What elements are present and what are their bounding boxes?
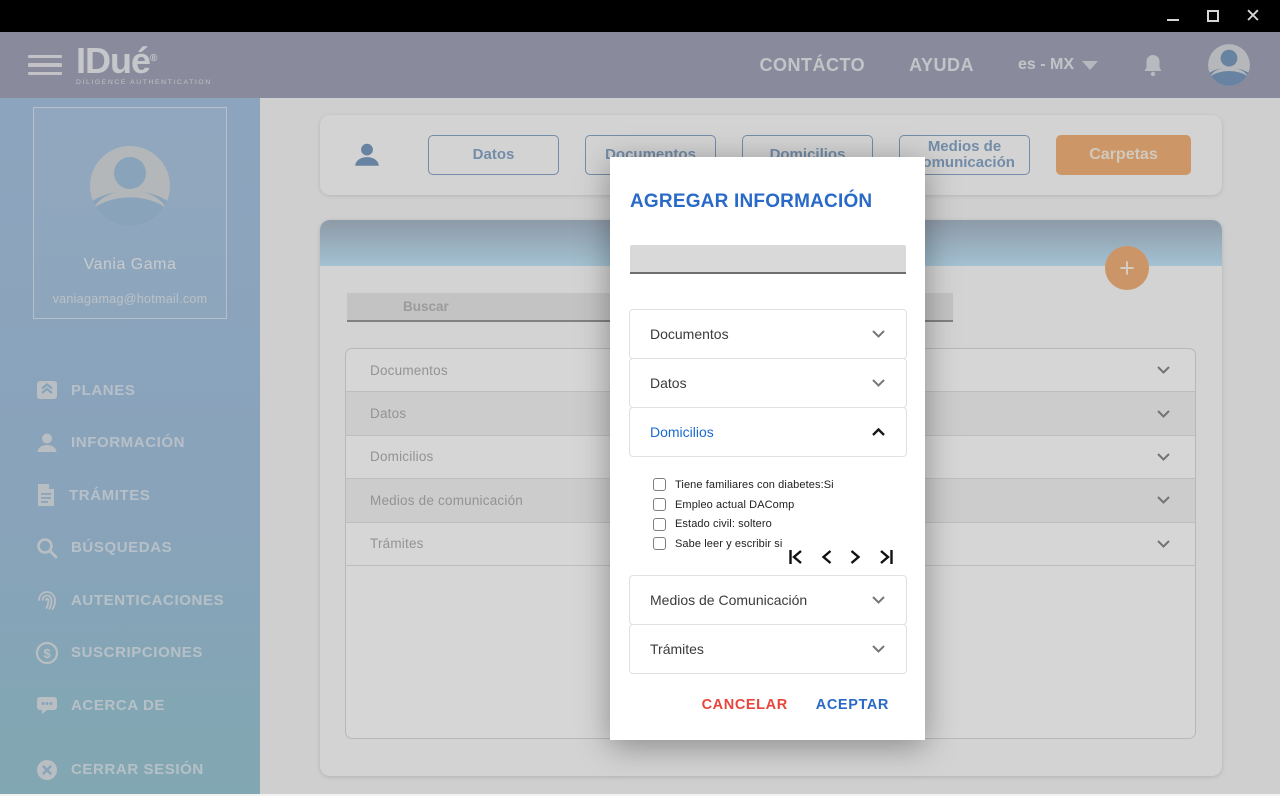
accordion-label: Documentos — [650, 326, 729, 342]
chevron-down-icon — [871, 329, 886, 339]
agregar-informacion-dialog: AGREGAR INFORMACIÓN Documentos Datos Dom… — [610, 157, 925, 740]
checkbox-label: Sabe leer y escribir si — [675, 538, 782, 550]
accordion-medios-de-comunicacion[interactable]: Medios de Comunicación — [629, 575, 907, 625]
accordion-tramites[interactable]: Trámites — [629, 624, 907, 674]
checkbox[interactable] — [653, 518, 666, 531]
dialog-search-input[interactable] — [630, 245, 906, 274]
checkbox[interactable] — [653, 478, 666, 491]
accordion-group-top: Documentos Datos Domicilios — [629, 310, 907, 457]
accept-button[interactable]: ACEPTAR — [816, 697, 889, 713]
checkbox-label: Tiene familiares con diabetes:Si — [675, 479, 834, 491]
last-page-icon[interactable] — [879, 549, 894, 565]
dialog-title: AGREGAR INFORMACIÓN — [630, 191, 872, 213]
checkbox[interactable] — [653, 537, 666, 550]
accordion-group-bottom: Medios de Comunicación Trámites — [629, 576, 907, 674]
chevron-up-icon — [871, 427, 886, 437]
accordion-label: Datos — [650, 375, 687, 391]
domicilios-options: Tiene familiares con diabetes:Si Empleo … — [653, 475, 903, 554]
accordion-label: Trámites — [650, 641, 704, 657]
checkbox-row[interactable]: Estado civil: soltero — [653, 514, 903, 534]
cancel-button[interactable]: CANCELAR — [702, 697, 788, 713]
accordion-label: Domicilios — [650, 424, 714, 440]
chevron-down-icon — [871, 644, 886, 654]
checkbox-row[interactable]: Empleo actual DAComp — [653, 495, 903, 515]
checkbox-row[interactable]: Tiene familiares con diabetes:Si — [653, 475, 903, 495]
accordion-documentos[interactable]: Documentos — [629, 309, 907, 359]
next-page-icon[interactable] — [850, 549, 861, 565]
checkbox-label: Estado civil: soltero — [675, 518, 772, 530]
accordion-datos[interactable]: Datos — [629, 358, 907, 408]
accordion-label: Medios de Comunicación — [650, 592, 807, 608]
chevron-down-icon — [871, 595, 886, 605]
checkbox-label: Empleo actual DAComp — [675, 499, 794, 511]
pagination — [788, 549, 894, 565]
checkbox[interactable] — [653, 498, 666, 511]
chevron-down-icon — [871, 378, 886, 388]
accordion-domicilios[interactable]: Domicilios — [629, 407, 907, 457]
previous-page-icon[interactable] — [821, 549, 832, 565]
first-page-icon[interactable] — [788, 549, 803, 565]
